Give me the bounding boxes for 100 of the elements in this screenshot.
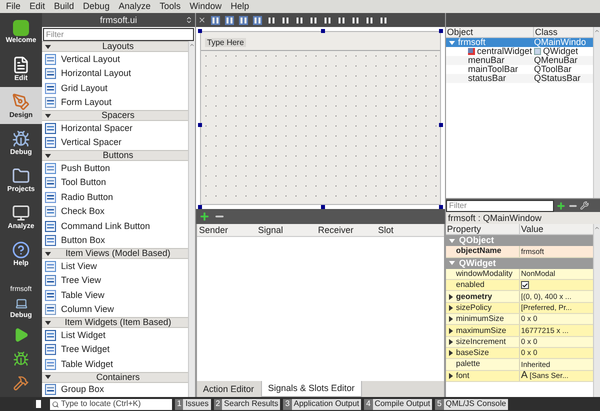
tree-row[interactable]: mainToolBar QToolBar xyxy=(446,65,593,74)
expand-arrow-icon[interactable] xyxy=(45,44,51,48)
selection-handle[interactable] xyxy=(198,204,202,208)
layout-tool-icon[interactable] xyxy=(365,16,374,24)
widget-item[interactable]: Vertical Layout xyxy=(42,52,188,66)
widget-item[interactable]: Table Widget xyxy=(42,357,188,372)
category-header[interactable]: Containers xyxy=(42,372,188,382)
column-header[interactable]: Slot xyxy=(376,224,436,236)
widget-item[interactable]: Command Link Button xyxy=(42,219,188,234)
layout-tool-icon[interactable] xyxy=(281,16,290,24)
hammer-icon[interactable] xyxy=(13,375,29,391)
layout-tool-icon[interactable] xyxy=(323,16,332,24)
layout-tool-icon[interactable] xyxy=(225,16,234,24)
widget-item[interactable]: Tool Button xyxy=(42,176,188,190)
widget-item[interactable]: Tree View xyxy=(42,274,188,288)
tree-row[interactable]: centralWidget QWidget xyxy=(446,47,593,56)
add-icon[interactable] xyxy=(556,200,566,210)
wrench-icon[interactable] xyxy=(580,201,589,210)
property-row[interactable]: enabled xyxy=(446,280,593,292)
selection-handle[interactable] xyxy=(198,123,202,127)
category-header[interactable]: Spacers xyxy=(42,110,188,121)
output-pane-button[interactable]: 2 Search Results xyxy=(214,398,280,410)
expand-arrow-icon[interactable] xyxy=(45,320,51,324)
widget-item[interactable]: Vertical Spacer xyxy=(42,136,188,150)
expand-arrow-icon[interactable] xyxy=(45,375,51,379)
menu-item[interactable]: Build xyxy=(54,2,74,11)
selection-handle[interactable] xyxy=(439,29,443,33)
output-pane-button[interactable]: 3 Application Output xyxy=(283,398,362,410)
layout-tool-icon[interactable] xyxy=(211,16,220,24)
widget-item[interactable]: Horizontal Layout xyxy=(42,66,188,81)
tree-row[interactable]: menuBar QMenuBar xyxy=(446,56,593,65)
layout-tool-icon[interactable] xyxy=(295,16,304,24)
column-header[interactable]: Receiver xyxy=(316,224,376,236)
layout-tool-icon[interactable] xyxy=(337,16,346,24)
widget-item[interactable]: Tree Widget xyxy=(42,342,188,357)
output-pane-button[interactable]: 1 Issues xyxy=(175,398,211,410)
device-icon[interactable] xyxy=(14,297,28,310)
close-icon[interactable] xyxy=(198,16,206,24)
menu-item[interactable]: Help xyxy=(230,2,250,11)
column-header[interactable]: Sender xyxy=(197,224,256,236)
switch-icon[interactable] xyxy=(185,16,193,24)
menu-item[interactable]: Debug xyxy=(83,2,110,11)
main-window-form[interactable]: Type Here xyxy=(200,31,441,204)
menu-item[interactable]: Tools xyxy=(160,2,181,11)
add-icon[interactable] xyxy=(199,210,210,222)
column-header[interactable]: Signal xyxy=(256,224,316,236)
widget-item[interactable]: Radio Button xyxy=(42,190,188,204)
scroll-bar[interactable] xyxy=(188,41,195,397)
column-header[interactable]: Value xyxy=(520,224,593,234)
output-pane-button[interactable]: 5 QML/JS Console xyxy=(435,398,508,410)
tree-row[interactable]: statusBar QStatusBar xyxy=(446,74,593,83)
widget-item[interactable]: Group Box xyxy=(42,382,188,397)
widget-item[interactable]: Horizontal Spacer xyxy=(42,121,188,136)
layout-tool-icon[interactable] xyxy=(239,16,248,24)
selection-handle[interactable] xyxy=(439,204,443,208)
widget-item[interactable]: Grid Layout xyxy=(42,81,188,96)
widget-item[interactable]: Push Button xyxy=(42,161,188,176)
filter-field[interactable]: Filter xyxy=(446,200,554,212)
widget-item[interactable]: Form Layout xyxy=(42,96,188,110)
widget-item[interactable]: Button Box xyxy=(42,234,188,248)
scroll-bar[interactable] xyxy=(593,224,600,397)
column-header[interactable]: Class xyxy=(534,27,593,37)
layout-tool-icon[interactable] xyxy=(267,16,276,24)
column-header[interactable]: Object xyxy=(446,27,534,37)
category-header[interactable]: Item Widgets (Item Based) xyxy=(42,317,188,328)
selection-handle[interactable] xyxy=(321,204,325,208)
widget-item[interactable]: Table View xyxy=(42,288,188,302)
debug-run-icon[interactable] xyxy=(13,351,29,367)
locate-field[interactable]: Type to locate (Ctrl+K) xyxy=(50,398,172,410)
expand-arrow-icon[interactable] xyxy=(449,372,453,379)
menu-item[interactable]: File xyxy=(6,2,21,11)
widget-item[interactable]: Column View xyxy=(42,302,188,317)
layout-tool-icon[interactable] xyxy=(351,16,360,24)
run-icon[interactable] xyxy=(13,327,29,343)
sidebar-toggle-icon[interactable] xyxy=(33,400,41,408)
menu-item[interactable]: Window xyxy=(190,2,222,11)
tree-row[interactable]: frmsoft QMainWindo xyxy=(446,38,593,47)
selection-handle[interactable] xyxy=(321,29,325,33)
editor-tab[interactable]: Signals & Slots Editor xyxy=(261,381,362,397)
expand-arrow-icon[interactable] xyxy=(45,252,51,256)
expand-arrow-icon[interactable] xyxy=(45,114,51,118)
selection-handle[interactable] xyxy=(198,29,202,33)
column-header[interactable]: Property xyxy=(446,224,520,234)
category-header[interactable]: Layouts xyxy=(42,41,188,52)
checkbox[interactable] xyxy=(521,281,529,290)
type-here-field[interactable]: Type Here xyxy=(205,38,246,47)
widget-item[interactable]: List Widget xyxy=(42,328,188,342)
expand-arrow-icon[interactable] xyxy=(45,154,51,158)
layout-tool-icon[interactable] xyxy=(379,16,388,24)
layout-tool-icon[interactable] xyxy=(309,16,318,24)
category-header[interactable]: Buttons xyxy=(42,150,188,161)
selection-handle[interactable] xyxy=(439,123,443,127)
scroll-bar[interactable] xyxy=(593,27,600,198)
category-header[interactable]: Item Views (Model Based) xyxy=(42,248,188,259)
menu-item[interactable]: Edit xyxy=(30,2,46,11)
layout-tool-icon[interactable] xyxy=(253,16,262,24)
menu-item[interactable]: Analyze xyxy=(118,2,151,11)
file-name[interactable]: frmsoft.ui xyxy=(100,16,137,24)
output-pane-button[interactable]: 4 Compile Output xyxy=(364,398,432,410)
widget-item[interactable]: List View xyxy=(42,259,188,274)
